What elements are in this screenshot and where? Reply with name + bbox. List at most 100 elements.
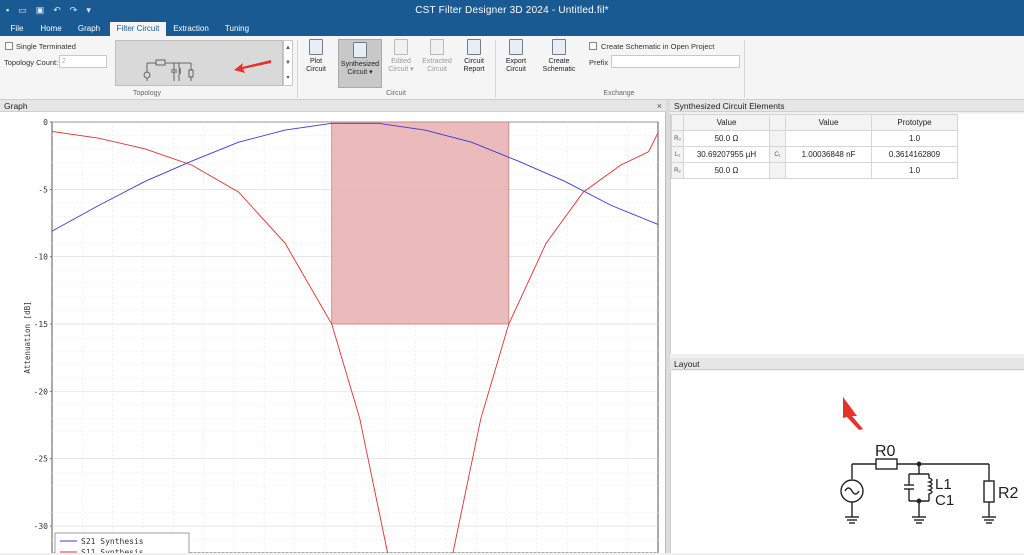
extracted-circuit-label-2: Circuit: [427, 66, 447, 73]
layout-schematic: R0 L1 C1 R2: [840, 397, 1019, 524]
y-tick-label: -25: [34, 455, 49, 464]
elements-panel-title: Synthesized Circuit Elements: [670, 100, 1024, 112]
table-cell: R₀: [671, 130, 684, 147]
export-circuit-button[interactable]: Export Circuit: [500, 39, 532, 74]
y-tick-label: -20: [34, 387, 49, 396]
table-cell[interactable]: [785, 162, 872, 179]
prefix-input[interactable]: [611, 55, 740, 68]
scroll-down-icon[interactable]: ▼: [284, 56, 292, 71]
y-tick-label: -5: [38, 185, 48, 194]
synthesized-circuit-label-1: Synthesized: [340, 61, 380, 68]
tab-graph[interactable]: Graph: [72, 22, 106, 36]
tab-tuning[interactable]: Tuning: [218, 22, 256, 36]
extracted-circuit-icon: [430, 39, 444, 55]
table-cell[interactable]: 50.0 Ω: [683, 162, 770, 179]
table-header: Value: [785, 114, 872, 131]
plot-circuit-label-1: Plot: [309, 58, 323, 65]
table-header: [671, 114, 684, 131]
topology-scrollbar[interactable]: ▲ ▼ ▾: [283, 40, 293, 86]
close-icon[interactable]: ×: [657, 100, 662, 112]
title-bar: ▪ ▭ ▣ ↶ ↷ ▾ CST Filter Designer 3D 2024 …: [0, 0, 1024, 22]
topology-count-label: Topology Count:: [4, 58, 59, 67]
table-cell[interactable]: 1.0: [871, 130, 958, 147]
synthesized-circuit-icon: [353, 42, 367, 58]
group-separator: [744, 40, 745, 98]
window-title: CST Filter Designer 3D 2024 - Untitled.f…: [415, 5, 609, 16]
graph-panel-title-text: Graph: [4, 101, 28, 111]
red-arrow-annotation: [843, 397, 863, 430]
edited-circuit-icon: [394, 39, 408, 55]
layout-schematic-area[interactable]: R0 L1 C1 R2: [670, 371, 1024, 553]
table-cell[interactable]: 30.69207955 µH: [683, 146, 770, 163]
edited-circuit-label-1: Edited: [391, 58, 411, 65]
y-tick-label: -15: [34, 320, 49, 329]
table-cell[interactable]: 1.0: [871, 162, 958, 179]
ribbon-tabs: File Home Graph Filter Circuit Extractio…: [0, 22, 1024, 36]
c1-label: C1: [935, 492, 954, 509]
r2-label: R2: [998, 485, 1019, 502]
graph-plot-area[interactable]: 0 -5 -10 -15 -20 -25 -30 Attenuation [dB] S21 Sy…: [0, 112, 666, 555]
table-cell[interactable]: 0.3614162809: [871, 146, 958, 163]
elements-panel-title-text: Synthesized Circuit Elements: [674, 101, 785, 111]
l1-label: L1: [935, 476, 952, 493]
ribbon: Single Terminated Topology Count: 2 ▲ ▼ …: [0, 36, 1024, 100]
table-header: [769, 114, 786, 131]
prefix-label: Prefix: [589, 58, 609, 67]
table-row[interactable]: L₁ 30.69207955 µH C₁ 1.00036848 nF 0.361…: [671, 146, 958, 163]
create-schematic-open-project-checkbox[interactable]: [589, 42, 597, 50]
elements-table-container: Value Value Prototype R₀ 50.0 Ω 1.0 L₁ 3…: [670, 114, 1024, 354]
tab-home[interactable]: Home: [34, 22, 68, 36]
legend-label: S21 Synthesis: [81, 537, 144, 546]
group-separator: [495, 40, 496, 98]
circuit-report-icon: [467, 39, 481, 55]
red-arrow-annotation: [234, 60, 271, 73]
table-row[interactable]: R₂ 50.0 Ω 1.0: [671, 162, 958, 179]
table-cell[interactable]: [785, 130, 872, 147]
topology-group-label: Topology: [132, 90, 162, 97]
export-circuit-label-2: Circuit: [506, 66, 526, 73]
export-circuit-icon: [509, 39, 523, 55]
table-row[interactable]: R₀ 50.0 Ω 1.0: [671, 130, 958, 147]
tab-extraction[interactable]: Extraction: [169, 22, 213, 36]
table-header: Value: [683, 114, 770, 131]
table-cell[interactable]: 1.00036848 nF: [785, 146, 872, 163]
attenuation-chart: 0 -5 -10 -15 -20 -25 -30 Attenuation [dB] S21 Sy…: [23, 118, 659, 555]
layout-panel-title-text: Layout: [674, 359, 700, 369]
export-circuit-label-1: Export: [505, 58, 527, 65]
layout-panel-title: Layout: [670, 358, 1024, 370]
tab-file[interactable]: File: [4, 22, 30, 36]
extracted-circuit-button[interactable]: Extracted Circuit: [420, 39, 454, 74]
y-tick-label: -10: [34, 253, 49, 262]
plot-circuit-button[interactable]: Plot Circuit: [301, 39, 331, 74]
topology-count-input[interactable]: 2: [59, 55, 107, 68]
synthesized-circuit-label-2: Circuit ▾: [347, 69, 373, 76]
create-schematic-label-2: Schematic: [542, 66, 576, 73]
create-schematic-label-1: Create: [548, 58, 570, 65]
circuit-report-button[interactable]: Circuit Report: [457, 39, 491, 74]
circuit-report-label-1: Circuit: [464, 58, 484, 65]
table-header: Prototype: [871, 114, 958, 131]
elements-table: Value Value Prototype R₀ 50.0 Ω 1.0 L₁ 3…: [671, 114, 958, 179]
table-cell: [769, 162, 786, 179]
circuit-group-label: Circuit: [386, 90, 406, 97]
legend-label: S11 Synthesis: [81, 548, 144, 553]
create-schematic-open-project-label: Create Schematic in Open Project: [601, 42, 715, 51]
scroll-up-icon[interactable]: ▲: [284, 41, 292, 56]
extracted-circuit-label-1: Extracted: [422, 58, 452, 65]
y-axis-label: Attenuation [dB]: [23, 301, 32, 373]
table-cell: L₁: [671, 146, 684, 163]
edited-circuit-button[interactable]: Edited Circuit ▾: [385, 39, 417, 74]
table-cell[interactable]: 50.0 Ω: [683, 130, 770, 147]
edited-circuit-label-2: Circuit ▾: [388, 66, 414, 73]
spec-mask: [331, 121, 510, 325]
create-schematic-button[interactable]: Create Schematic: [540, 39, 578, 74]
graph-panel-title: Graph ×: [0, 100, 666, 112]
single-terminated-label: Single Terminated: [16, 42, 76, 51]
exchange-group-label: Exchange: [603, 90, 635, 97]
r0-label: R0: [875, 443, 896, 460]
synthesized-circuit-button[interactable]: Synthesized Circuit ▾: [338, 39, 382, 88]
expand-gallery-icon[interactable]: ▾: [284, 71, 292, 85]
tab-filter-circuit[interactable]: Filter Circuit: [110, 22, 166, 36]
single-terminated-checkbox[interactable]: [5, 42, 13, 50]
table-cell: [769, 130, 786, 147]
